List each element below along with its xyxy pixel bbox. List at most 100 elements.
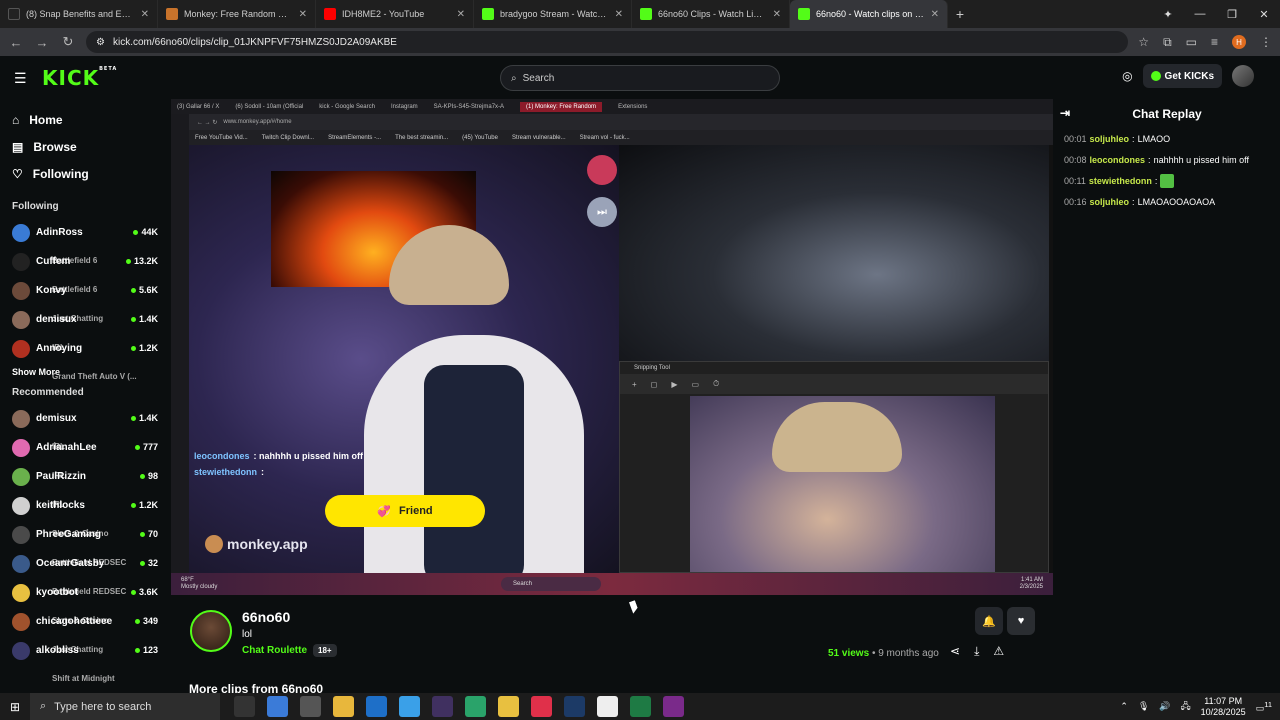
tab-search-icon[interactable]: ≡: [1211, 35, 1218, 49]
reload-button[interactable]: ↻: [60, 34, 76, 50]
notifications-icon[interactable]: ▭11: [1256, 700, 1272, 714]
outlook-icon[interactable]: [366, 696, 387, 717]
file-explorer-icon[interactable]: [333, 696, 354, 717]
sidebar-channel[interactable]: kyootbot Slots & Casino 3.6K: [0, 578, 170, 625]
nav-following[interactable]: ♡ Following: [0, 160, 170, 187]
close-tab-icon[interactable]: ✕: [931, 9, 939, 20]
notification-icon[interactable]: ◎: [1122, 69, 1132, 83]
close-window-button[interactable]: ✕: [1248, 8, 1280, 21]
sidebar-channel[interactable]: OceanrGatsby Battlefield REDSEC 32: [0, 549, 170, 596]
notepad-icon[interactable]: [597, 696, 618, 717]
extensions-icon[interactable]: ⧉: [1163, 35, 1172, 50]
channel-avatar[interactable]: [190, 610, 232, 652]
search-icon: ⌕: [511, 72, 517, 84]
notification-bell-button[interactable]: 🔔: [975, 607, 1003, 635]
back-button[interactable]: ←: [8, 35, 24, 50]
nav-home[interactable]: ⌂ Home: [0, 106, 170, 133]
network-icon[interactable]: 🖧: [1181, 699, 1191, 715]
sidebar-channel[interactable]: AdinRoss Battlefield 6 44K: [0, 218, 170, 265]
steam-icon[interactable]: [564, 696, 585, 717]
nav-browse[interactable]: ▤ Browse: [0, 133, 170, 160]
browser-tab[interactable]: 66no60 Clips - Watch Live on Kick✕: [632, 0, 790, 28]
close-tab-icon[interactable]: ✕: [457, 9, 465, 20]
search-input[interactable]: ⌕ Search: [500, 65, 780, 91]
browser-tab[interactable]: (8) Snap Benefits and EBT Upda✕: [0, 0, 158, 28]
app-icon[interactable]: [399, 696, 420, 717]
music-icon[interactable]: [531, 696, 552, 717]
taskbar-clock[interactable]: 11:07 PM 10/28/2025: [1201, 696, 1246, 718]
new-tab-button[interactable]: +: [948, 6, 972, 22]
share-icon[interactable]: ⋖: [950, 644, 960, 659]
sidebar-channel[interactable]: Annoying Grand Theft Auto V (... 1.2K: [0, 334, 170, 381]
sidebar-channel[interactable]: AdrianahLee IRL 777: [0, 433, 170, 480]
channel-name[interactable]: 66no60: [242, 609, 290, 625]
kick-logo[interactable]: KICKBETA: [42, 66, 117, 90]
browse-icon: ▤: [12, 139, 24, 154]
sidebar-channel[interactable]: chicagohottieee Just Chatting 349: [0, 607, 170, 654]
report-icon[interactable]: ⚠: [993, 644, 1004, 659]
sidebar-channel[interactable]: keithlocks Slots & Casino 1.2K: [0, 491, 170, 538]
browser-tab[interactable]: bradygoo Stream - Watch Live✕: [474, 0, 632, 28]
minimize-window-button[interactable]: —: [1184, 8, 1216, 20]
sparkle-icon[interactable]: ✦: [1152, 8, 1184, 21]
close-tab-icon[interactable]: ✕: [141, 9, 149, 20]
follow-heart-button[interactable]: ♥: [1007, 607, 1035, 635]
close-tab-icon[interactable]: ✕: [299, 9, 307, 20]
live-dot-icon: [133, 229, 139, 235]
browser-tab[interactable]: Monkey: Free Random Video ✕: [158, 0, 316, 28]
app-icon[interactable]: [663, 696, 684, 717]
taskbar-search-input[interactable]: ⌕ Type here to search: [30, 693, 220, 720]
chrome-icon[interactable]: [498, 696, 519, 717]
friend-button[interactable]: 💞 Friend: [325, 495, 485, 527]
profile-avatar[interactable]: H: [1232, 35, 1246, 49]
sidebar-channel[interactable]: Konvy Just Chatting 5.6K: [0, 276, 170, 323]
sidebar-channel[interactable]: PaulRizzin IRL 98: [0, 462, 170, 509]
clip-video-player[interactable]: (3) Gallar 66 / X (6) Sodoll - 10am (Off…: [171, 99, 1053, 595]
tray-chevron-icon[interactable]: ⌃: [1120, 701, 1128, 712]
store-icon[interactable]: [300, 696, 321, 717]
close-tab-icon[interactable]: ✕: [773, 9, 781, 20]
obs-icon[interactable]: [432, 696, 453, 717]
get-kicks-button[interactable]: Get KICKs: [1142, 64, 1222, 88]
sidebar-channel[interactable]: alkobliss Shift at Midnight 123: [0, 636, 170, 683]
browser-tab-active[interactable]: 66no60 - Watch clips on Kick ✕: [790, 0, 948, 28]
live-dot-icon: [125, 258, 131, 264]
skip-icon[interactable]: ⏭: [587, 197, 617, 227]
maximize-window-button[interactable]: ❐: [1216, 8, 1248, 21]
live-dot-icon: [130, 287, 136, 293]
live-dot-icon: [134, 444, 140, 450]
windows-start-icon[interactable]: ⊞: [0, 700, 30, 714]
volume-icon[interactable]: 🔊: [1159, 701, 1170, 712]
browser-tab[interactable]: IDH8ME2 - YouTube ✕: [316, 0, 474, 28]
viewer-count: 3.6K: [130, 587, 158, 597]
collapse-chat-icon[interactable]: ⇥: [1060, 106, 1070, 120]
category-link[interactable]: Chat Roulette: [242, 645, 307, 656]
chat-emote-icon: [1160, 173, 1175, 188]
sidebar-channel[interactable]: demisux IRL 1.4K: [0, 404, 170, 451]
url-field[interactable]: ⚙ kick.com/66no60/clips/clip_01JKNPFVF75…: [86, 31, 1129, 53]
menu-icon[interactable]: ☰: [14, 70, 28, 87]
police-badge-icon[interactable]: [587, 155, 617, 185]
excel-icon[interactable]: [630, 696, 651, 717]
copilot-icon[interactable]: [267, 696, 288, 717]
mic-icon[interactable]: 🎙: [1138, 701, 1149, 712]
sidebar-channel[interactable]: demisux IRL 1.4K: [0, 305, 170, 352]
kicks-coin-icon: [1150, 71, 1161, 81]
sidebar-channel[interactable]: PhreeGaming Battlefield REDSEC 70: [0, 520, 170, 567]
bookmark-star-icon[interactable]: ☆: [1138, 35, 1149, 49]
browser-menu-icon[interactable]: ⋮: [1260, 35, 1272, 49]
channel-avatar: [12, 409, 30, 428]
user-avatar[interactable]: [1232, 65, 1254, 87]
site-info-icon[interactable]: ⚙: [96, 37, 105, 48]
close-tab-icon[interactable]: ✕: [615, 9, 623, 20]
sidebar-channel[interactable]: Cuffem Battlefield 6 13.2K: [0, 247, 170, 294]
viewer-count: 70: [139, 529, 158, 539]
download-icon[interactable]: ⤓: [974, 644, 979, 659]
forward-button[interactable]: →: [34, 35, 50, 50]
live-dot-icon: [130, 502, 136, 508]
app-icon[interactable]: [465, 696, 486, 717]
taskview-icon[interactable]: [234, 696, 255, 717]
live-dot-icon: [130, 415, 136, 421]
cast-icon[interactable]: ▭: [1186, 35, 1197, 49]
following-section-title: Following: [12, 201, 59, 212]
